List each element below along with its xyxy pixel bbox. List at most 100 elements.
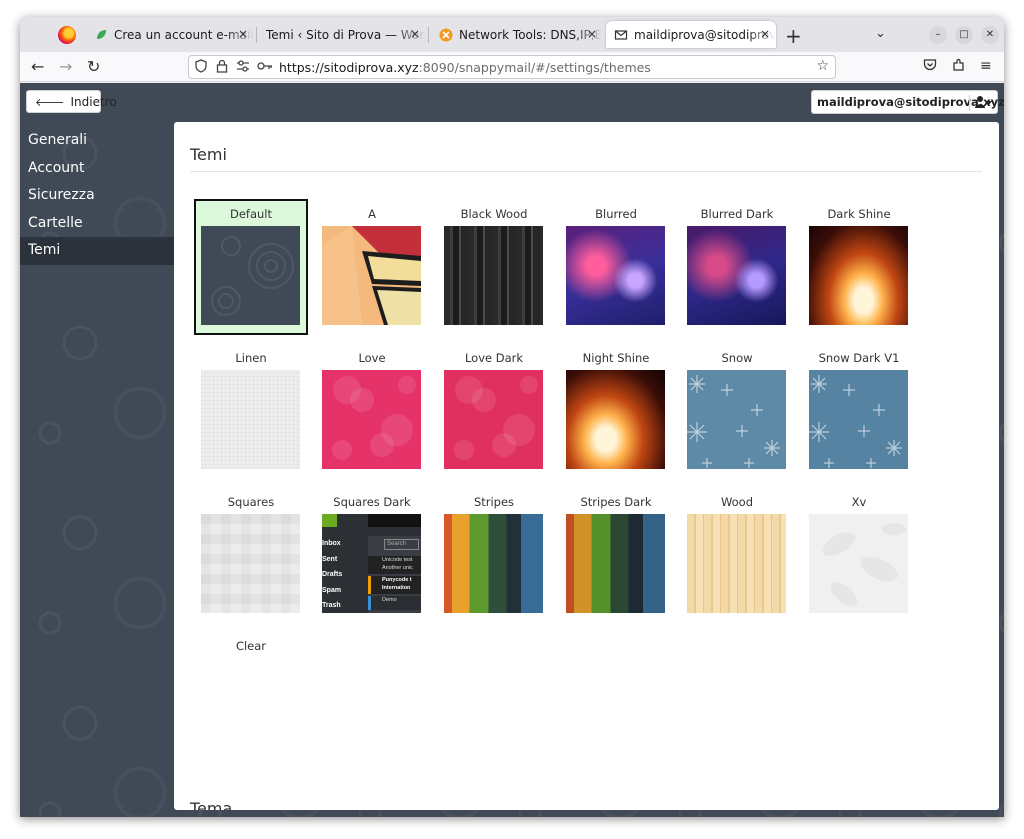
theme-name: Stripes Dark <box>580 495 652 509</box>
theme-name: Dark Shine <box>827 207 891 221</box>
tab-close-icon[interactable]: × <box>238 27 248 41</box>
theme-name: Blurred Dark <box>700 207 774 221</box>
minimize-icon[interactable]: – <box>929 26 947 44</box>
theme-name: Night Shine <box>582 351 650 365</box>
theme-thumbnail <box>566 514 665 613</box>
theme-card-night-shine[interactable]: Night Shine <box>559 343 673 479</box>
theme-name: Love Dark <box>464 351 524 365</box>
bookmark-star-icon[interactable]: ☆ <box>816 58 829 74</box>
theme-thumbnail <box>566 226 665 325</box>
theme-card-love-dark[interactable]: Love Dark <box>437 343 551 479</box>
theme-card-default[interactable]: Default <box>194 199 308 335</box>
menu-hamburger-icon[interactable]: ≡ <box>980 58 992 74</box>
theme-name: Love <box>358 351 386 365</box>
sidebar-item-sicurezza[interactable]: Sicurezza <box>20 182 174 210</box>
theme-thumbnail <box>687 514 786 613</box>
theme-thumbnail <box>322 226 421 325</box>
green-leaf-icon <box>94 28 108 42</box>
tab-list-chevron-icon[interactable]: ⌄ <box>875 26 886 41</box>
theme-name: A <box>368 207 376 221</box>
key-icon[interactable] <box>257 59 273 77</box>
extensions-icon[interactable] <box>952 58 966 76</box>
theme-name: Black Wood <box>460 207 528 221</box>
theme-card-xv[interactable]: Xv <box>802 487 916 623</box>
settings-sidebar: Generali Account Sicurezza Cartelle Temi <box>20 127 174 265</box>
tab-label: Temi ‹ Sito di Prova — WordP <box>266 27 426 42</box>
theme-thumbnail <box>809 226 908 325</box>
forward-arrow-icon[interactable]: → <box>59 57 72 76</box>
theme-thumbnail <box>687 226 786 325</box>
tab-network-tools[interactable]: Network Tools: DNS,IP,Em × <box>431 21 603 48</box>
section-divider <box>190 171 982 172</box>
theme-name: Linen <box>235 351 267 365</box>
tab-close-icon[interactable]: × <box>587 27 597 41</box>
theme-name: Squares Dark <box>333 495 411 509</box>
tab-label: Network Tools: DNS,IP,Em <box>459 27 603 42</box>
theme-thumbnail <box>687 370 786 469</box>
sidebar-item-cartelle[interactable]: Cartelle <box>20 210 174 238</box>
theme-card-linen[interactable]: Linen <box>194 343 308 479</box>
tab-separator <box>428 27 429 43</box>
theme-card-black-wood[interactable]: Black Wood <box>437 199 551 335</box>
mail-envelope-icon <box>614 28 628 42</box>
theme-card-clear[interactable]: Clear <box>194 631 308 767</box>
theme-card-stripes-dark[interactable]: Stripes Dark <box>559 487 673 623</box>
theme-name: Squares <box>227 495 275 509</box>
sidebar-item-account[interactable]: Account <box>20 155 174 183</box>
theme-name: Clear <box>235 639 267 653</box>
pocket-icon[interactable] <box>923 58 937 76</box>
sidebar-item-temi[interactable]: Temi <box>20 237 174 265</box>
back-arrow-icon[interactable]: ← <box>31 57 44 76</box>
theme-thumbnail <box>444 514 543 613</box>
new-tab-button[interactable]: + <box>785 24 802 48</box>
theme-card-squares[interactable]: Squares <box>194 487 308 623</box>
tab-close-icon[interactable]: × <box>760 27 770 41</box>
back-button[interactable]: 🡐 Indietro <box>26 90 117 113</box>
theme-card-snow[interactable]: Snow <box>680 343 794 479</box>
tab-close-icon[interactable]: × <box>410 27 420 41</box>
network-tools-icon <box>439 28 453 42</box>
theme-card-wood[interactable]: Wood <box>680 487 794 623</box>
settings-panel: Temi Default A Black Wood Blurred Blurred Da… <box>174 122 999 810</box>
theme-card-love[interactable]: Love <box>315 343 429 479</box>
account-menu-button[interactable]: maildiprova@sitodiprova.xyz <box>811 90 1004 114</box>
theme-name: Xv <box>851 495 867 509</box>
tab-label: maildiprova@sitodiprova. <box>634 27 776 42</box>
theme-name: Stripes <box>473 495 515 509</box>
firefox-icon[interactable] <box>58 26 76 44</box>
theme-card-squares-dark[interactable]: Squares Dark Inbox Sent Drafts Spam Trash Sear… <box>315 487 429 623</box>
lock-icon[interactable] <box>216 59 228 77</box>
navigation-bar: ← → ↻ https://sitodiprova.xyz:8090/snapp… <box>20 52 1004 82</box>
theme-card-blurred-dark[interactable]: Blurred Dark <box>680 199 794 335</box>
permissions-sliders-icon[interactable] <box>236 59 250 77</box>
url-text[interactable]: https://sitodiprova.xyz:8090/snappymail/… <box>279 60 651 75</box>
theme-name: Blurred <box>595 207 637 221</box>
close-window-icon[interactable]: ✕ <box>981 26 999 44</box>
theme-name: Default <box>229 207 273 221</box>
theme-thumbnail <box>444 370 543 469</box>
user-dropdown-icon[interactable] <box>975 95 993 112</box>
maximize-icon[interactable]: □ <box>955 26 973 44</box>
theme-thumbnail <box>201 226 300 325</box>
theme-thumbnail <box>201 514 300 613</box>
url-bar[interactable]: https://sitodiprova.xyz:8090/snappymail/… <box>188 55 836 79</box>
shield-icon[interactable] <box>195 59 207 77</box>
theme-name: Snow Dark V1 <box>818 351 900 365</box>
theme-name: Snow <box>721 351 753 365</box>
theme-thumbnail <box>201 370 300 469</box>
reload-icon[interactable]: ↻ <box>87 57 100 76</box>
theme-thumbnail <box>566 370 665 469</box>
tab-crea-account[interactable]: Crea un account e-mail - ( × <box>86 21 254 48</box>
tab-snappymail-active[interactable]: maildiprova@sitodiprova. × <box>606 21 776 48</box>
tab-label: Crea un account e-mail - ( <box>114 27 254 42</box>
theme-thumbnail <box>809 370 908 469</box>
theme-card-a[interactable]: A <box>315 199 429 335</box>
theme-card-snow-dark-v1[interactable]: Snow Dark V1 <box>802 343 916 479</box>
theme-card-stripes[interactable]: Stripes <box>437 487 551 623</box>
tab-separator <box>256 27 257 43</box>
snappymail-app: 🡐 Indietro maildiprova@sitodiprova.xyz G… <box>20 83 1004 817</box>
tab-temi-wordpress[interactable]: Temi ‹ Sito di Prova — WordP × <box>258 21 426 48</box>
theme-card-dark-shine[interactable]: Dark Shine <box>802 199 916 335</box>
sidebar-item-generali[interactable]: Generali <box>20 127 174 155</box>
theme-card-blurred[interactable]: Blurred <box>559 199 673 335</box>
